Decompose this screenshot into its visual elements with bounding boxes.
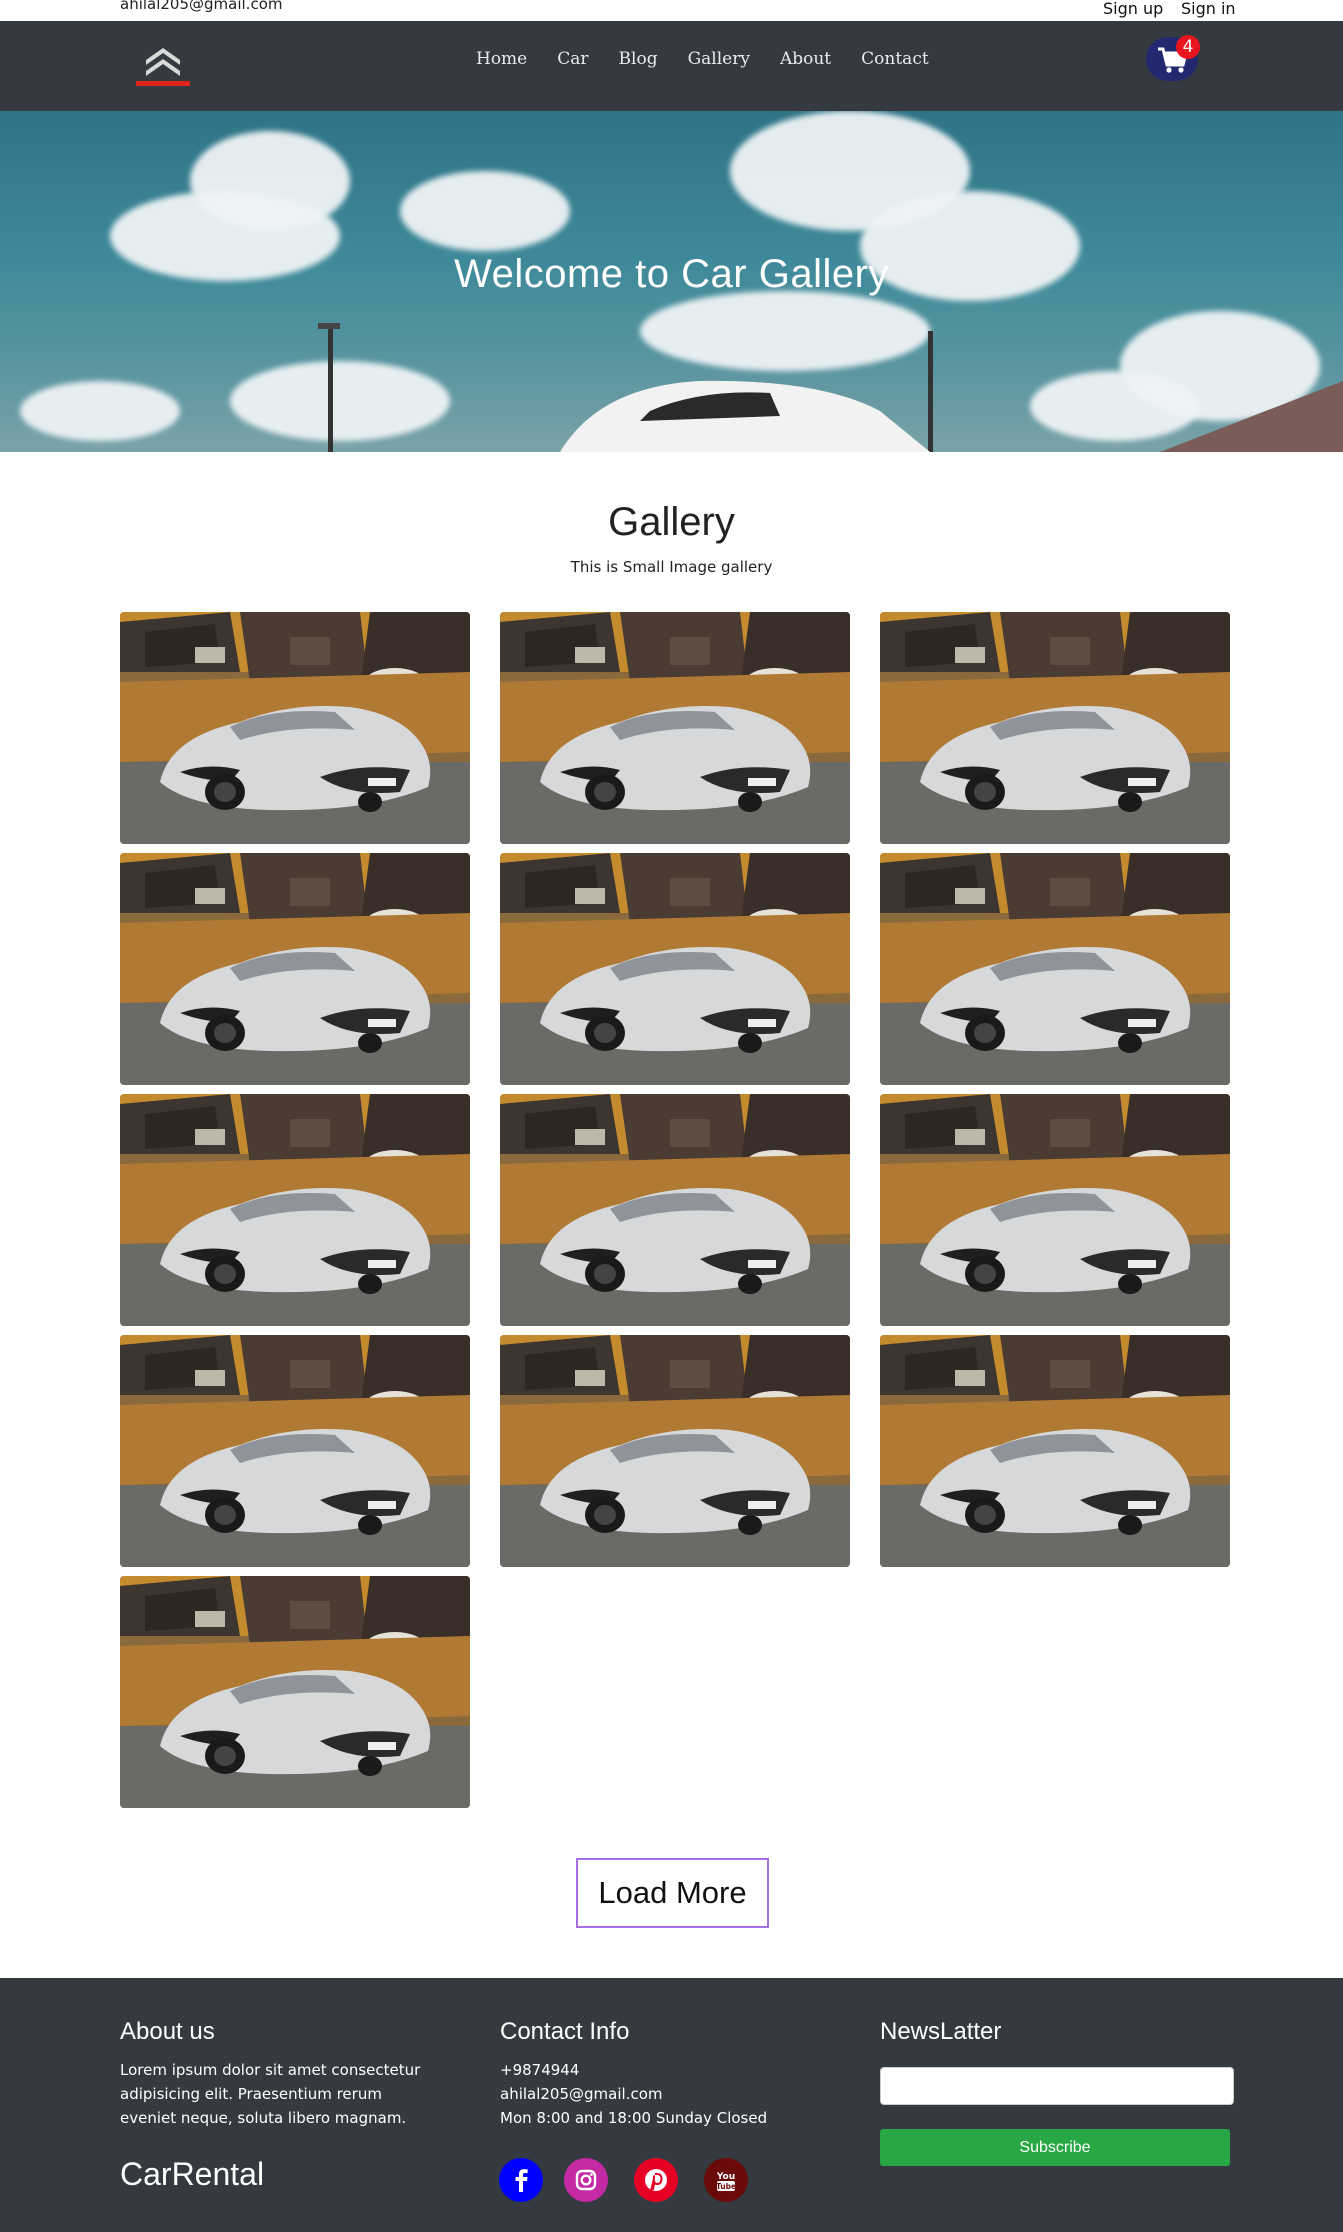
- sign-in-link[interactable]: Sign in: [1181, 0, 1236, 18]
- pinterest-icon: [645, 2169, 667, 2191]
- facebook-link[interactable]: [499, 2158, 543, 2202]
- sign-up-link[interactable]: Sign up: [1103, 0, 1163, 18]
- svg-text:You: You: [716, 2172, 735, 2182]
- car-photo: [500, 612, 850, 844]
- gallery-image[interactable]: [880, 1094, 1230, 1326]
- facebook-icon: [515, 2169, 528, 2192]
- car-photo: [880, 853, 1230, 1085]
- gallery-image[interactable]: [880, 853, 1230, 1085]
- car-photo: [880, 1335, 1230, 1567]
- gallery-title: Gallery: [608, 500, 735, 544]
- footer-newsletter: NewsLatter: [880, 2018, 1230, 2046]
- gallery-image[interactable]: [120, 853, 470, 1085]
- nav-blog[interactable]: Blog: [619, 49, 658, 69]
- main-navbar: Home Car Blog Gallery About Contact 4: [0, 21, 1343, 111]
- gallery-image[interactable]: [880, 612, 1230, 844]
- nav-links: Home Car Blog Gallery About Contact: [476, 49, 959, 69]
- svg-text:Tube: Tube: [716, 2182, 736, 2191]
- gallery-image[interactable]: [120, 1094, 470, 1326]
- newsletter-heading: NewsLatter: [880, 2018, 1002, 2045]
- car-photo: [880, 1094, 1230, 1326]
- cart-button[interactable]: 4: [1146, 35, 1200, 81]
- car-photo: [120, 1335, 470, 1567]
- youtube-icon: You Tube: [716, 2172, 736, 2191]
- footer-about: About us Lorem ipsum dolor sit amet cons…: [120, 2018, 440, 2130]
- contact-hours: Mon 8:00 and 18:00 Sunday Closed: [500, 2109, 768, 2127]
- gallery-subtitle: This is Small Image gallery: [570, 558, 773, 576]
- top-bar: ahilal205@gmail.com Sign up Sign in: [0, 0, 1343, 21]
- contact-phone: +9874944: [500, 2061, 580, 2079]
- car-photo: [880, 612, 1230, 844]
- hero-title: Welcome to Car Gallery: [454, 252, 889, 296]
- car-photo: [120, 1094, 470, 1326]
- gallery-image[interactable]: [120, 1335, 470, 1567]
- nav-contact[interactable]: Contact: [861, 49, 929, 69]
- top-email: ahilal205@gmail.com: [120, 0, 283, 13]
- contact-email: ahilal205@gmail.com: [500, 2085, 663, 2103]
- car-photo: [120, 1576, 470, 1808]
- gallery-image[interactable]: [120, 612, 470, 844]
- footer-contact: Contact Info +9874944 ahilal205@gmail.co…: [500, 2018, 820, 2130]
- gallery-image[interactable]: [500, 1335, 850, 1567]
- instagram-link[interactable]: [564, 2158, 608, 2202]
- footer-brand: CarRental: [120, 2156, 265, 2192]
- car-photo: [500, 1094, 850, 1326]
- citroen-logo[interactable]: [128, 38, 198, 92]
- contact-heading: Contact Info: [500, 2018, 630, 2045]
- subscribe-button[interactable]: Subscribe: [880, 2129, 1230, 2166]
- car-photo: [120, 612, 470, 844]
- nav-home[interactable]: Home: [476, 49, 527, 69]
- gallery-image[interactable]: [500, 1094, 850, 1326]
- about-heading: About us: [120, 2018, 215, 2045]
- car-photo: [120, 853, 470, 1085]
- nav-car[interactable]: Car: [557, 49, 588, 69]
- newsletter-email-input[interactable]: [880, 2067, 1234, 2105]
- load-more-button[interactable]: Load More: [576, 1858, 769, 1928]
- gallery-image[interactable]: [500, 612, 850, 844]
- car-photo: [500, 853, 850, 1085]
- gallery-image[interactable]: [120, 1576, 470, 1808]
- gallery-image[interactable]: [880, 1335, 1230, 1567]
- pinterest-link[interactable]: [634, 2158, 678, 2202]
- hero-banner: Welcome to Car Gallery: [0, 111, 1343, 452]
- instagram-icon: [575, 2169, 597, 2191]
- nav-gallery[interactable]: Gallery: [688, 49, 750, 69]
- nav-about[interactable]: About: [780, 49, 831, 69]
- youtube-link[interactable]: You Tube: [704, 2158, 748, 2202]
- car-photo: [500, 1335, 850, 1567]
- cart-count-badge: 4: [1176, 35, 1200, 59]
- footer: About us Lorem ipsum dolor sit amet cons…: [0, 1978, 1343, 2232]
- about-text: Lorem ipsum dolor sit amet consectetur a…: [120, 2061, 421, 2127]
- gallery-image[interactable]: [500, 853, 850, 1085]
